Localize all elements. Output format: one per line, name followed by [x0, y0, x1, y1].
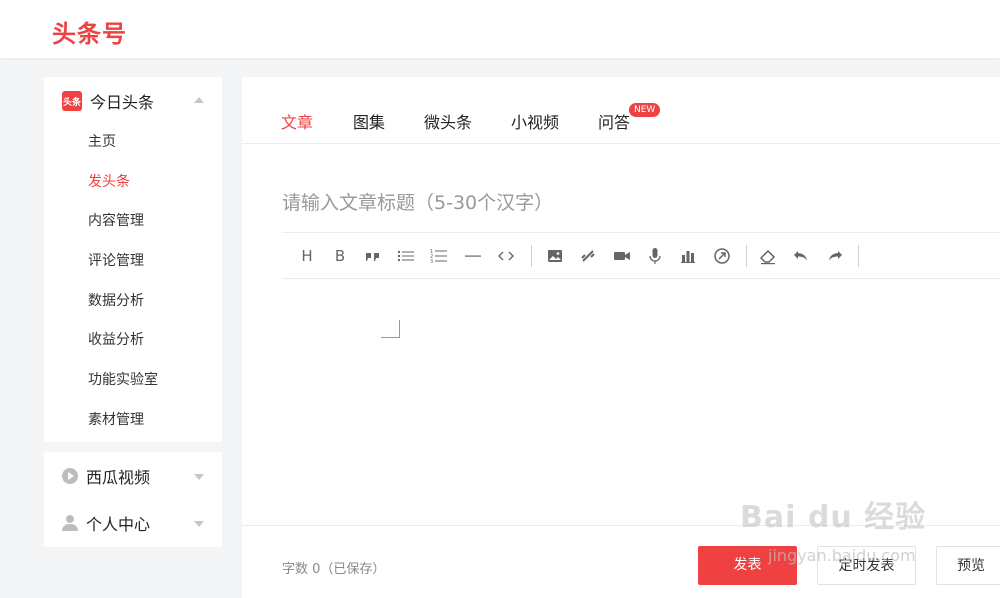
content-type-tabs: 文章 图集 微头条 小视频 问答 NEW [242, 77, 1000, 144]
tab-article[interactable]: 文章 [281, 109, 313, 133]
sidebar-menu: 主页 发头条 内容管理 评论管理 数据分析 收益分析 功能实验室 素材管理 [44, 123, 222, 441]
chevron-down-icon [194, 473, 204, 480]
embed-icon[interactable] [711, 245, 733, 267]
tab-qa[interactable]: 问答 [598, 109, 630, 133]
sidebar-header-label: 今日头条 [90, 93, 155, 112]
preview-button[interactable]: 预览 [936, 546, 1000, 585]
tab-gallery[interactable]: 图集 [353, 109, 385, 133]
sidebar-header-personal[interactable]: 个人中心 [44, 499, 222, 546]
bold-icon[interactable]: B [329, 245, 351, 267]
sidebar-item-publish[interactable]: 发头条 [44, 163, 222, 203]
sidebar-header-label: 西瓜视频 [86, 467, 151, 487]
toolbar-separator [858, 245, 859, 267]
undo-icon[interactable] [790, 245, 812, 267]
sidebar-header-xigua[interactable]: 西瓜视频 [44, 452, 222, 499]
sidebar-item-data-analysis[interactable]: 数据分析 [44, 282, 222, 322]
tab-micro-toutiao[interactable]: 微头条 [424, 109, 472, 133]
video-icon[interactable] [611, 245, 633, 267]
user-icon [62, 514, 78, 531]
tab-short-video[interactable]: 小视频 [511, 109, 559, 133]
sidebar-item-feature-lab[interactable]: 功能实验室 [44, 361, 222, 401]
play-circle-icon [62, 467, 78, 484]
toolbar-separator [746, 245, 747, 267]
watermark-brand: Bai du 经验 [740, 500, 927, 535]
code-icon[interactable] [495, 245, 517, 267]
chevron-up-icon [194, 97, 204, 103]
sidebar-header-label: 个人中心 [86, 514, 151, 534]
toolbar-separator [531, 245, 532, 267]
word-count: 字数 0（已保存） [282, 562, 386, 577]
sidebar-item-revenue-analysis[interactable]: 收益分析 [44, 321, 222, 361]
sidebar-section-toutiao: 头条 今日头条 主页 发头条 内容管理 评论管理 数据分析 收益分析 功能实验室… [44, 77, 222, 442]
numbered-list-icon[interactable]: 123 [428, 245, 450, 267]
audio-icon[interactable] [644, 245, 666, 267]
sidebar-section-others: 西瓜视频 个人中心 [44, 452, 222, 547]
sidebar-item-comment-management[interactable]: 评论管理 [44, 242, 222, 282]
chart-icon[interactable] [677, 245, 699, 267]
divider-icon[interactable] [462, 245, 484, 267]
bullet-list-icon[interactable] [395, 245, 417, 267]
watermark-url: jingyan.baidu.com [768, 546, 916, 565]
quote-icon[interactable] [362, 245, 384, 267]
eraser-icon[interactable] [757, 245, 779, 267]
new-badge: NEW [629, 103, 661, 117]
sidebar-item-asset-management[interactable]: 素材管理 [44, 401, 222, 441]
link-icon[interactable] [577, 245, 599, 267]
redo-icon[interactable] [824, 245, 846, 267]
article-title-input[interactable] [282, 175, 982, 231]
toutiao-icon: 头条 [62, 91, 82, 111]
logo[interactable]: 头条号 [52, 14, 127, 49]
editor-body[interactable] [381, 320, 400, 338]
sidebar-item-content-management[interactable]: 内容管理 [44, 202, 222, 242]
top-bar: 头条号 [0, 0, 1000, 58]
svg-text:3: 3 [430, 259, 433, 265]
editor-toolbar: H B 123 [282, 233, 1000, 279]
sidebar-item-home[interactable]: 主页 [44, 123, 222, 163]
heading-icon[interactable]: H [296, 245, 318, 267]
chevron-down-icon [194, 520, 204, 527]
sidebar-header-toutiao[interactable]: 头条 今日头条 [44, 77, 222, 125]
image-icon[interactable] [544, 245, 566, 267]
